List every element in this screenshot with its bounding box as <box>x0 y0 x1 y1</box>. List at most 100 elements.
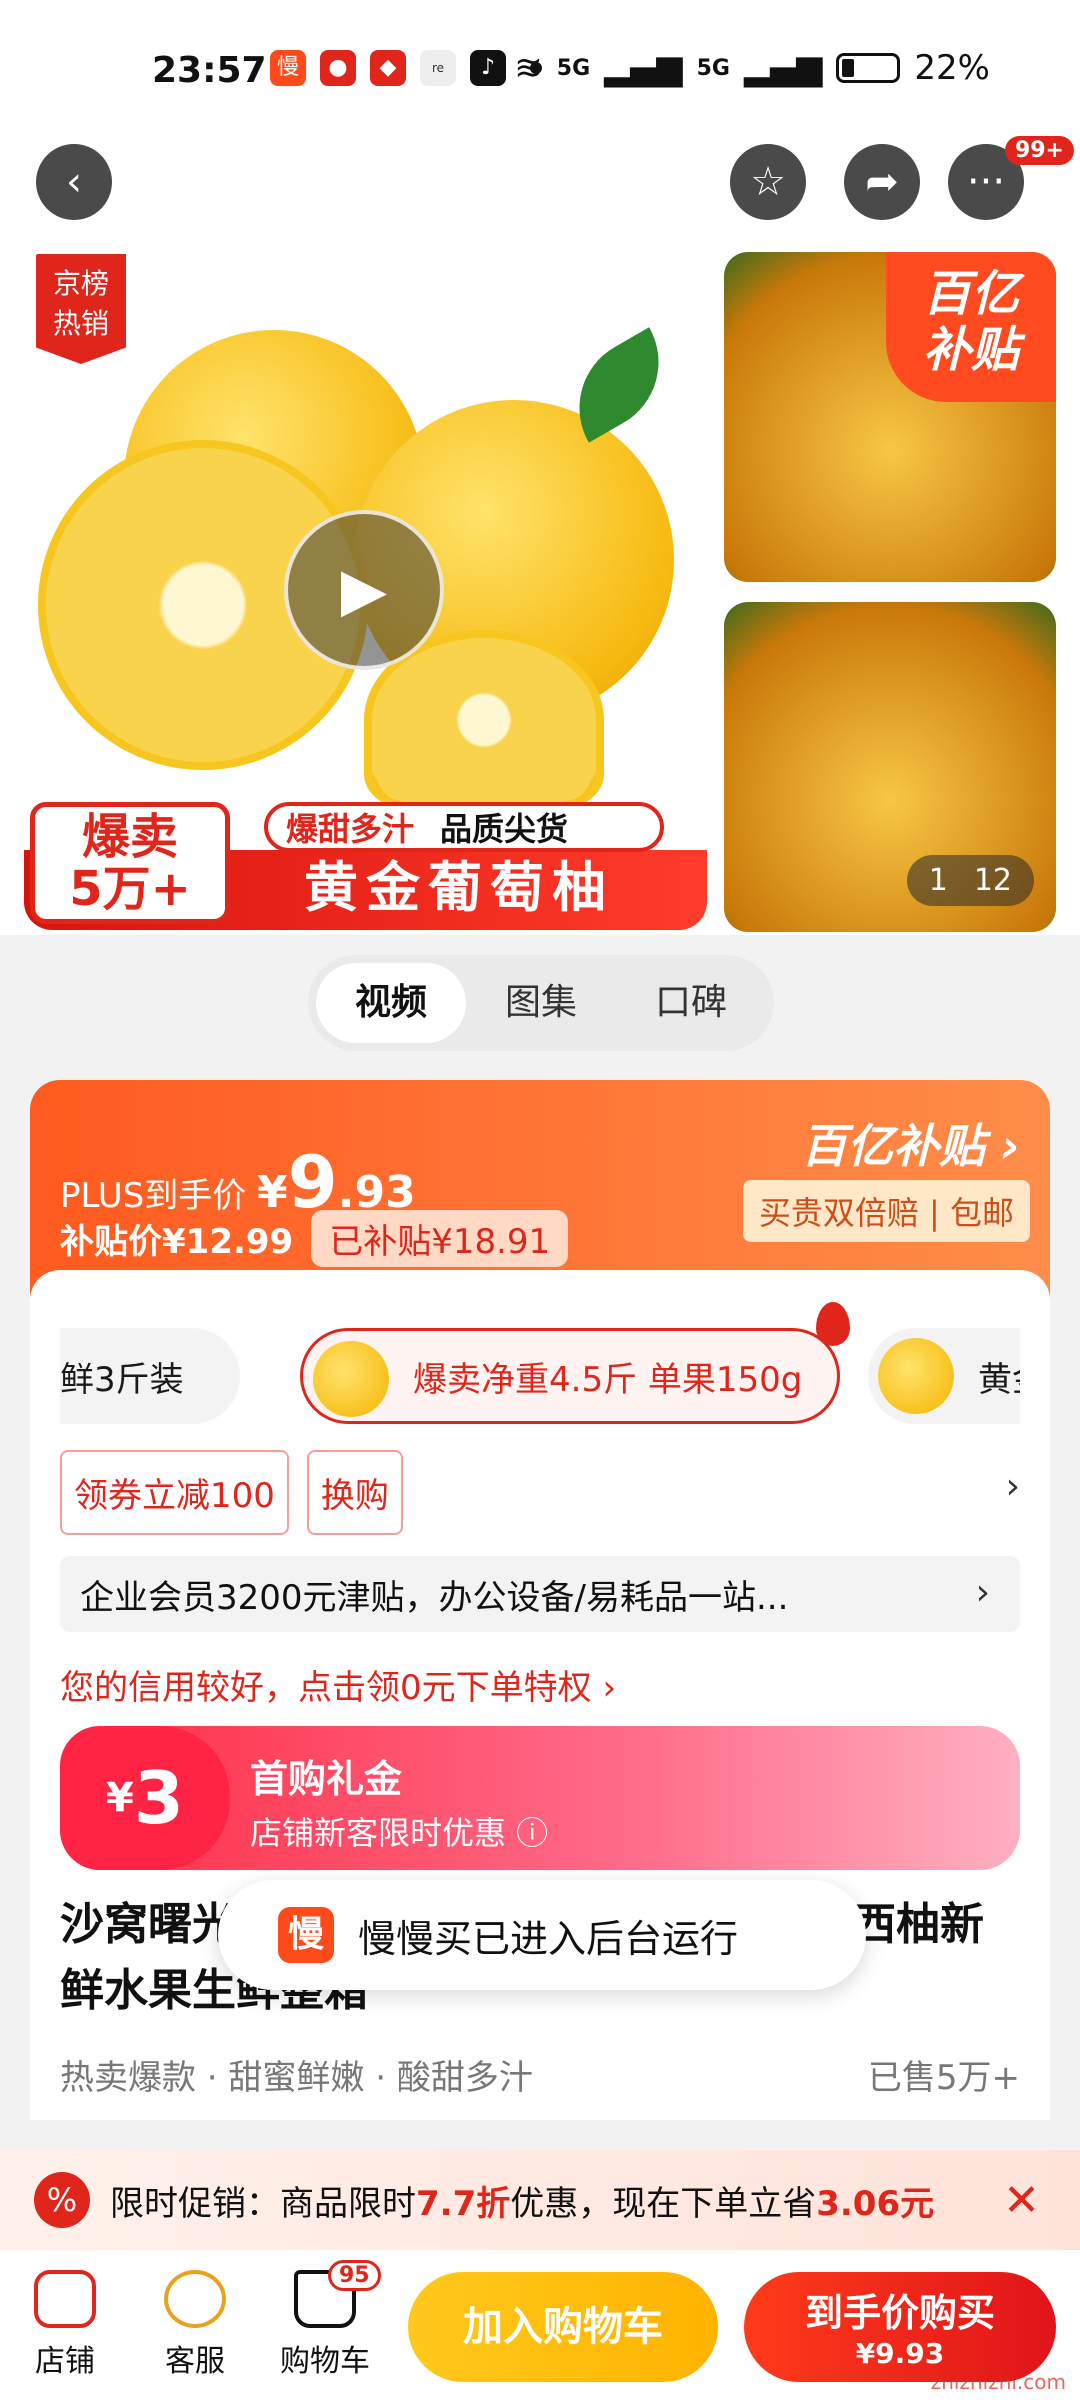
banner-title: 黄金葡萄柚 <box>304 856 614 919</box>
promo-prefix: 限时促销：商品限时 <box>110 2183 416 2224</box>
battery-icon <box>836 53 901 83</box>
douyin-app-icon: ♪ <box>470 50 506 86</box>
rank-badge-line1: 京榜 <box>52 267 109 300</box>
top-nav: ‹ ☆ ➦ ··· 99+ <box>0 136 1080 250</box>
gallery-thumbnail[interactable]: 百亿 补贴 <box>724 252 1056 582</box>
notification-icons: 慢 ● ◆ re ♪ <box>270 50 542 86</box>
spec-option-selected[interactable]: 爆卖净重4.5斤 单果150g <box>300 1328 840 1424</box>
battery-percent: 22% <box>914 48 990 88</box>
more-badge: 99+ <box>1004 136 1074 165</box>
toast-message: 慢慢买已进入后台运行 <box>358 1916 739 1961</box>
play-icon: ▶ <box>340 555 388 625</box>
coupon-exchange[interactable]: 换购 <box>306 1450 403 1535</box>
spec-option[interactable]: 鲜3斤装 <box>60 1328 240 1424</box>
cart-label: 购物车 <box>280 2344 370 2379</box>
gift-currency: ¥ <box>106 1775 134 1821</box>
subsidy-logo-text: 百亿补贴 <box>801 1119 986 1173</box>
corp-notice[interactable]: 企业会员3200元津贴，办公设备/易耗品一站... › <box>60 1556 1020 1632</box>
service-button[interactable]: 客服 <box>140 2270 250 2380</box>
subsidy-logo[interactable]: 百亿补贴 › <box>801 1110 1020 1176</box>
spec-option[interactable]: 黄金 <box>868 1328 1020 1424</box>
store-icon <box>34 2270 96 2328</box>
background-toast: 慢 慢慢买已进入后台运行 <box>218 1880 866 1990</box>
media-tabs: 视频 图集 口碑 <box>308 955 774 1051</box>
image-counter: 1 12 <box>906 855 1034 906</box>
customer-service-icon <box>164 2270 226 2328</box>
promo-middle: 优惠，现在下单立省 <box>510 2183 817 2224</box>
spec-thumb <box>313 1341 389 1417</box>
gift-title: 首购礼金 <box>250 1757 403 1801</box>
rank-badge-line2: 热销 <box>52 307 109 340</box>
play-video-button[interactable]: ▶ <box>284 510 444 670</box>
flame-icon <box>816 1302 850 1346</box>
subsidy-line1: 百亿 <box>922 266 1019 322</box>
product-info-card: 鲜3斤装 爆卖净重4.5斤 单果150g 黄金 领券立减100 换购 › 企业会… <box>30 1270 1050 2120</box>
gallery-thumbnail[interactable]: 1 12 <box>724 602 1056 932</box>
spec-label: 黄金 <box>978 1359 1020 1400</box>
subsidy-row: 补贴价¥12.99 已补贴¥18.91 <box>60 1210 569 1267</box>
wifi-icon: ≋ <box>514 48 543 88</box>
subsidy-line2: 补贴 <box>922 322 1019 378</box>
realme-app-icon: re <box>420 50 456 86</box>
spec-label: 爆卖净重4.5斤 单果150g <box>413 1359 803 1400</box>
signal-bars-icon-1: ▂▄▆ <box>604 48 683 88</box>
tag-sweet: 爆甜多汁 <box>286 810 415 848</box>
chevron-left-icon: ‹ <box>66 159 82 205</box>
cart-button[interactable]: 95 购物车 <box>270 2260 381 2380</box>
store-button[interactable]: 店铺 <box>10 2270 120 2380</box>
image-gallery[interactable]: 京榜 热销 ▶ 黄金葡萄柚 爆甜多汁 品质尖货 爆卖 5万+ 百亿 补贴 1 1… <box>0 250 1080 935</box>
counter-current: 1 <box>928 863 948 898</box>
hot-sale-badge: 爆卖 5万+ <box>30 802 230 924</box>
subsidized-pill: 已补贴¥18.91 <box>311 1210 569 1267</box>
percent-icon: % <box>34 2172 90 2228</box>
main-product-video[interactable]: 京榜 热销 ▶ 黄金葡萄柚 爆甜多汁 品质尖货 爆卖 5万+ <box>24 250 707 930</box>
spec-selector: 鲜3斤装 爆卖净重4.5斤 单果150g 黄金 <box>60 1328 1020 1428</box>
jd-rank-badge: 京榜 热销 <box>36 254 126 364</box>
add-to-cart-button[interactable]: 加入购物车 <box>408 2272 718 2382</box>
promo-bar[interactable]: % 限时促销：商品限时 7.7折 优惠，现在下单立省 3.06元 ✕ <box>0 2150 1080 2250</box>
share-button[interactable]: ➦ <box>844 144 920 220</box>
coupon-discount[interactable]: 领券立减100 <box>60 1450 289 1535</box>
promo-discount: 7.7折 <box>416 2183 511 2224</box>
close-icon[interactable]: ✕ <box>1003 2175 1040 2226</box>
tag-quality: 品质尖货 <box>440 810 569 848</box>
bottom-action-bar: 店铺 客服 95 购物车 加入购物车 到手价购买 ¥9.93 zhizhizhi… <box>0 2250 1080 2400</box>
more-dots-icon: ··· <box>966 159 1006 205</box>
subsidy-price: 补贴价¥12.99 <box>60 1222 294 1262</box>
tab-gallery[interactable]: 图集 <box>466 963 616 1043</box>
chevron-right-icon: › <box>975 1572 990 1613</box>
status-bar: 23:57 慢 ● ◆ re ♪ ≋ 5G ▂▄▆ 5G ▂▄▆ 22% <box>0 0 1080 140</box>
coupon-row: 领券立减100 换购 <box>60 1450 403 1535</box>
promo-saving: 3.06元 <box>816 2183 935 2224</box>
credit-notice[interactable]: 您的信用较好，点击领0元下单特权 › <box>60 1660 616 1709</box>
tab-video[interactable]: 视频 <box>316 963 466 1043</box>
watermark: zhizhizhi.com <box>930 2370 1066 2394</box>
signal-icon-2: 5G <box>696 55 730 81</box>
subsidy-tag: 百亿 补贴 <box>886 252 1056 402</box>
favorite-button[interactable]: ☆ <box>730 144 806 220</box>
gift-amount: ¥3 <box>60 1726 230 1870</box>
hot-label-line1: 爆卖 <box>81 809 178 865</box>
spec-thumb <box>878 1338 954 1414</box>
cart-count-badge: 95 <box>328 2260 381 2291</box>
buy-now-button[interactable]: 到手价购买 ¥9.93 <box>744 2272 1056 2382</box>
gift-coupon[interactable]: ¥3 首购礼金 店铺新客限时优惠 ⓘ <box>60 1726 1020 1870</box>
gift-subtitle: 店铺新客限时优惠 ⓘ <box>250 1814 549 1852</box>
promo-banner: 黄金葡萄柚 爆甜多汁 品质尖货 爆卖 5万+ <box>24 800 707 930</box>
buy-price: ¥9.93 <box>855 2337 945 2370</box>
jd-1212-app-icon: ● <box>320 50 356 86</box>
guarantee-box: 买贵双倍赔 | 包邮 <box>742 1180 1030 1242</box>
counter-total: 12 <box>973 863 1012 898</box>
signal-bars-icon-2: ▂▄▆ <box>743 48 823 88</box>
banner-tag: 爆甜多汁 品质尖货 <box>264 802 664 852</box>
manmanmai-logo-icon: 慢 <box>278 1907 334 1963</box>
sold-count: 已售5万+ <box>867 2058 1020 2098</box>
store-label: 店铺 <box>35 2344 95 2379</box>
status-time: 23:57 <box>152 50 267 91</box>
chevron-right-icon[interactable]: › <box>1006 1466 1020 1507</box>
product-tags: 热卖爆款 · 甜蜜鲜嫩 · 酸甜多汁 <box>60 2058 533 2098</box>
star-icon: ☆ <box>750 159 786 205</box>
tab-reviews[interactable]: 口碑 <box>616 963 766 1043</box>
back-button[interactable]: ‹ <box>36 144 112 220</box>
buy-label: 到手价购买 <box>804 2291 995 2335</box>
